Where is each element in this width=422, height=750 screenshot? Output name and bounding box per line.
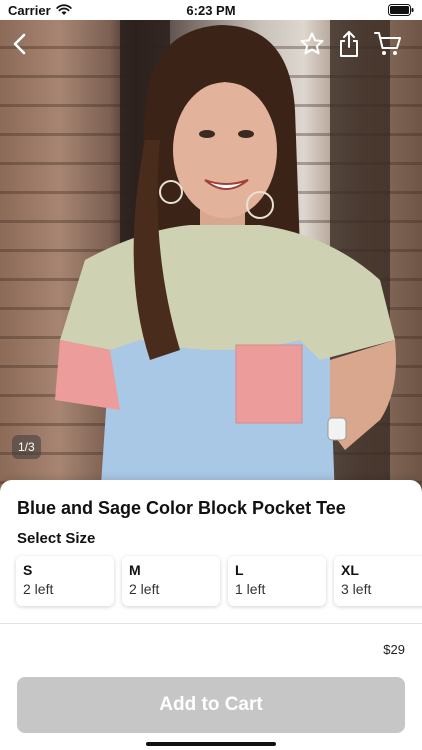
back-button[interactable] [2,26,38,62]
product-info-sheet: Blue and Sage Color Block Pocket Tee Sel… [0,480,422,750]
home-indicator [146,742,276,746]
product-photo [55,20,396,500]
size-stock: 3 left [341,581,372,597]
wifi-icon [55,4,72,15]
favorite-button[interactable] [294,26,330,62]
share-button[interactable] [331,26,367,62]
size-option-l[interactable]: L 1 left [228,556,326,606]
add-to-cart-button[interactable]: Add to Cart [17,677,405,733]
size-stock: 2 left [23,581,54,597]
battery-icon [388,4,414,16]
size-option-m[interactable]: M 2 left [122,556,220,606]
share-icon [340,31,358,57]
status-bar: Carrier 6:23 PM [0,0,422,20]
size-option-s[interactable]: S 2 left [16,556,114,606]
divider [0,623,422,624]
size-stock: 1 left [235,581,266,597]
size-name: L [235,562,244,578]
star-icon [300,32,324,55]
size-option-xl[interactable]: XL 3 left [334,556,422,606]
cart-icon [374,32,401,55]
select-size-label: Select Size [17,530,96,547]
size-name: XL [341,562,359,578]
size-options: S 2 left M 2 left L 1 left XL 3 left [16,556,422,606]
image-page-indicator: 1/3 [12,435,41,459]
product-image[interactable]: 1/3 [0,20,422,500]
status-left: Carrier [8,3,72,18]
size-name: M [129,562,141,578]
chevron-left-icon [13,33,26,55]
size-stock: 2 left [129,581,160,597]
product-price: $29 [383,642,405,657]
product-detail-screen: Carrier 6:23 PM 1/3 Blue and Sage Color … [0,0,422,750]
product-title: Blue and Sage Color Block Pocket Tee [17,498,346,518]
carrier-label: Carrier [8,2,51,18]
size-name: S [23,562,33,578]
cart-button[interactable] [370,26,406,62]
